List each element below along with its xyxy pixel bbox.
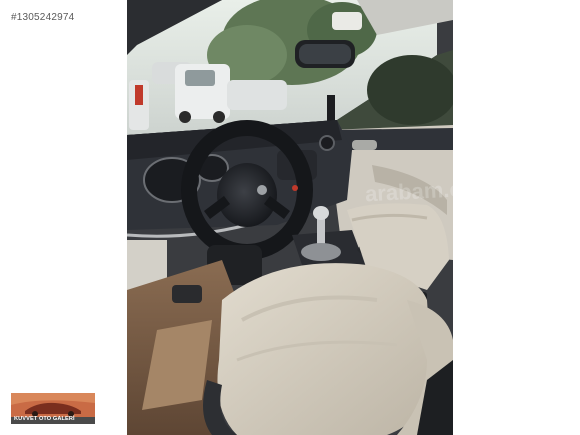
listing-id: #1305242974 [11,12,75,23]
photo-illustration [127,0,453,435]
listing-page: #1305242974 arabam.com KUVVET OTO GALERİ [0,0,580,435]
car-interior-photo[interactable]: arabam.com [127,0,453,435]
seller-logo[interactable]: KUVVET OTO GALERİ [11,393,95,424]
seller-logo-text: KUVVET OTO GALERİ [14,416,75,422]
